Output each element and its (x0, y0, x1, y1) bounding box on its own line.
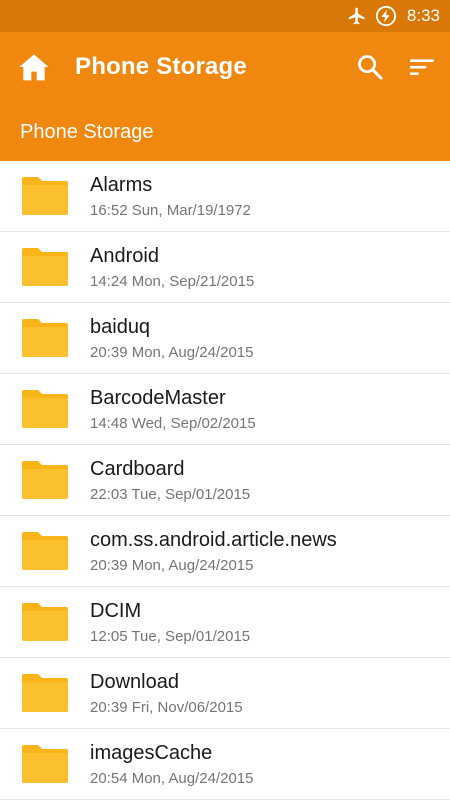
file-date: 16:52 Sun, Mar/19/1972 (90, 202, 251, 219)
search-button[interactable] (352, 50, 388, 84)
file-list: Alarms 16:52 Sun, Mar/19/1972 Android 14… (0, 161, 450, 800)
breadcrumb-item-phone-storage[interactable]: Phone Storage (20, 120, 153, 144)
folder-icon (22, 248, 68, 286)
search-icon (358, 55, 383, 80)
home-button[interactable] (16, 50, 52, 84)
list-item[interactable]: Cardboard 22:03 Tue, Sep/01/2015 (0, 445, 450, 516)
file-date: 22:03 Tue, Sep/01/2015 (90, 486, 251, 503)
list-item[interactable]: BarcodeMaster 14:48 Wed, Sep/02/2015 (0, 374, 450, 445)
file-name: DCIM (90, 600, 142, 622)
folder-icon (22, 461, 68, 499)
folder-icon (22, 319, 68, 357)
file-date: 20:39 Fri, Nov/06/2015 (90, 699, 243, 716)
file-name: imagesCache (90, 742, 213, 764)
sort-button[interactable] (404, 50, 440, 84)
list-item[interactable]: DCIM 12:05 Tue, Sep/01/2015 (0, 587, 450, 658)
file-date: 20:39 Mon, Aug/24/2015 (90, 344, 254, 361)
folder-icon (22, 532, 68, 570)
page-title: Phone Storage (75, 53, 247, 80)
file-name: Cardboard (90, 458, 185, 480)
file-name: Android (90, 245, 159, 267)
status-time: 8:33 (406, 6, 440, 25)
file-date: 12:05 Tue, Sep/01/2015 (90, 628, 251, 645)
folder-icon (22, 603, 68, 641)
list-item[interactable]: Alarms 16:52 Sun, Mar/19/1972 (0, 161, 450, 232)
file-name: Download (90, 671, 179, 693)
home-icon (19, 54, 49, 81)
file-date: 20:39 Mon, Aug/24/2015 (90, 557, 254, 574)
file-name: BarcodeMaster (90, 387, 226, 409)
list-item[interactable]: baiduq 20:39 Mon, Aug/24/2015 (0, 303, 450, 374)
file-name: com.ss.android.article.news (90, 529, 337, 551)
folder-icon (22, 745, 68, 783)
breadcrumb: Phone Storage (0, 102, 450, 161)
folder-icon (22, 177, 68, 215)
file-name: baiduq (90, 316, 151, 338)
list-item[interactable]: com.ss.android.article.news 20:39 Mon, A… (0, 516, 450, 587)
file-date: 20:54 Mon, Aug/24/2015 (90, 770, 254, 787)
list-item[interactable]: Android 14:24 Mon, Sep/21/2015 (0, 232, 450, 303)
sort-icon (410, 59, 434, 76)
battery-charging-icon (375, 5, 397, 27)
app-toolbar: Phone Storage (0, 32, 450, 102)
file-date: 14:24 Mon, Sep/21/2015 (90, 273, 255, 290)
file-date: 14:48 Wed, Sep/02/2015 (90, 415, 256, 432)
list-item[interactable]: imagesCache 20:54 Mon, Aug/24/2015 (0, 729, 450, 800)
file-name: Alarms (90, 174, 153, 196)
airplane-mode-icon (347, 6, 367, 26)
folder-icon (22, 674, 68, 712)
status-bar: 8:33 (0, 0, 450, 32)
list-item[interactable]: Download 20:39 Fri, Nov/06/2015 (0, 658, 450, 729)
folder-icon (22, 390, 68, 428)
